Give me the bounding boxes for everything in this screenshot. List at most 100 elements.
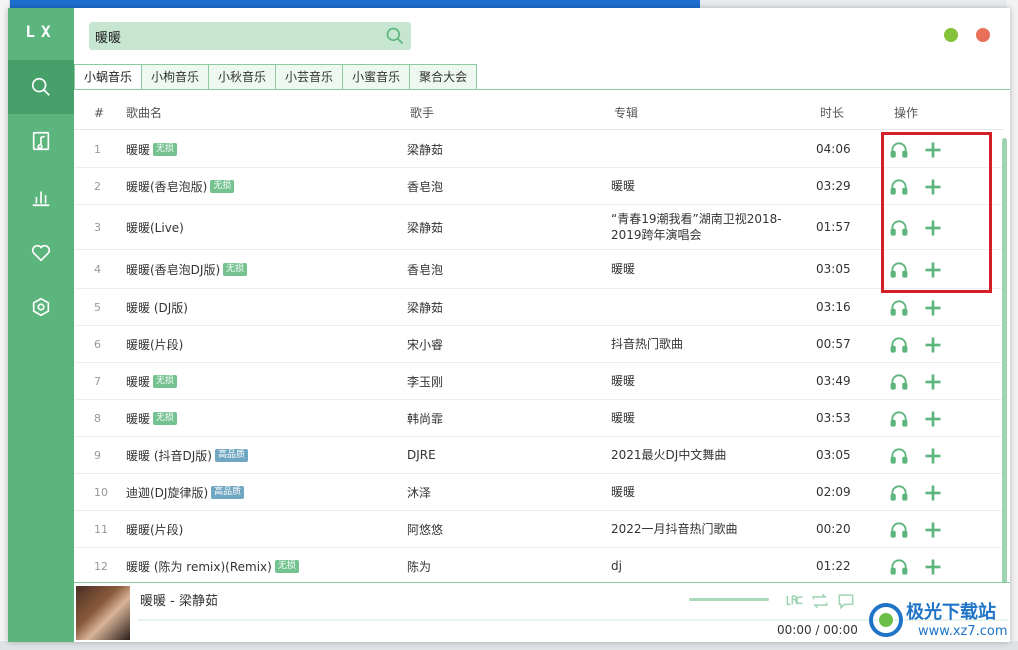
table-row[interactable]: 9 暖暖 (抖音DJ版) 高品质 DJRE 2021最火DJ中文舞曲 03:05: [74, 437, 1004, 474]
table-row[interactable]: 5 暖暖 (DJ版) 梁静茹 03:16: [74, 289, 1004, 326]
source-tab[interactable]: 聚合大会: [410, 64, 478, 90]
table-row[interactable]: 12 暖暖 (陈为 remix)(Remix) 无损 陈为 dj 01:22: [74, 548, 1004, 585]
listen-button[interactable]: [889, 409, 909, 429]
minimize-button[interactable]: [944, 28, 958, 42]
song-album: 暖暖: [611, 411, 636, 425]
song-duration: 03:05: [816, 448, 851, 462]
listen-button[interactable]: [889, 446, 909, 466]
table-row[interactable]: 7 暖暖 无损 李玉刚 暖暖 03:49: [74, 363, 1004, 400]
add-button[interactable]: [923, 335, 943, 355]
app-window: LX 小蜗音乐小枸音乐小秋音乐小芸音乐小蜜音乐聚合大会 #: [8, 8, 1010, 642]
song-artist: 香皂泡: [407, 179, 444, 194]
song-title[interactable]: 暖暖 (陈为 remix)(Remix): [126, 558, 272, 575]
row-title-cell: 暖暖(片段): [126, 511, 183, 547]
tab-divider: [74, 89, 1010, 90]
close-button[interactable]: [976, 28, 990, 42]
source-tab[interactable]: 小秋音乐: [209, 64, 277, 90]
source-tab[interactable]: 小枸音乐: [142, 64, 210, 90]
song-album: 2022一月抖音热门歌曲: [611, 522, 738, 536]
col-index: #: [94, 106, 105, 120]
table-row[interactable]: 1 暖暖 无损 梁静茹 04:06: [74, 131, 1004, 168]
volume-slider[interactable]: [689, 598, 769, 601]
song-album: 暖暖: [611, 179, 636, 193]
song-title[interactable]: 迪迦(DJ旋律版): [126, 484, 208, 501]
play-time: 00:00 / 00:00: [777, 623, 858, 637]
nav-song-list[interactable]: [8, 114, 74, 168]
song-album: 暖暖: [611, 374, 636, 388]
search-button[interactable]: [385, 26, 405, 46]
table-row[interactable]: 8 暖暖 无损 韩尚霏 暖暖 03:53: [74, 400, 1004, 437]
quality-badge: 无损: [210, 179, 235, 193]
highlight-box: [881, 132, 992, 293]
listen-button[interactable]: [889, 372, 909, 392]
table-row[interactable]: 11 暖暖(片段) 阿悠悠 2022一月抖音热门歌曲 00:20: [74, 511, 1004, 548]
song-title[interactable]: 暖暖(片段): [126, 521, 183, 538]
background-window-bar: [0, 0, 700, 8]
listen-button[interactable]: [889, 520, 909, 540]
add-button[interactable]: [923, 372, 943, 392]
add-button[interactable]: [923, 557, 943, 577]
song-title[interactable]: 暖暖: [126, 141, 150, 158]
table-row[interactable]: 3 暖暖(Live) 梁静茹 “青春19潮我看”湖南卫视2018-2019跨年演唱会 0…: [74, 205, 1004, 250]
col-duration: 时长: [820, 106, 845, 120]
row-index: 9: [94, 448, 101, 462]
heart-icon: [31, 244, 51, 262]
add-button[interactable]: [923, 446, 943, 466]
album-cover[interactable]: [76, 586, 130, 640]
row-index: 4: [94, 262, 101, 276]
listen-button[interactable]: [889, 557, 909, 577]
search-input[interactable]: [95, 22, 375, 50]
nav-favorites[interactable]: [8, 226, 74, 280]
song-duration: 02:09: [816, 485, 851, 499]
source-tab[interactable]: 小蜗音乐: [74, 64, 143, 90]
add-button[interactable]: [923, 483, 943, 503]
song-title[interactable]: 暖暖: [126, 373, 150, 390]
scrollbar[interactable]: [1002, 138, 1007, 584]
listen-button[interactable]: [889, 335, 909, 355]
table-row[interactable]: 6 暖暖(片段) 宋小睿 抖音热门歌曲 00:57: [74, 326, 1004, 363]
song-title[interactable]: 暖暖(Live): [126, 219, 184, 236]
add-button[interactable]: [923, 520, 943, 540]
song-title[interactable]: 暖暖(香皂泡DJ版): [126, 261, 220, 278]
song-artist: DJRE: [407, 448, 436, 462]
nav-settings[interactable]: [8, 280, 74, 334]
settings-icon: [32, 297, 50, 317]
sidebar: LX: [8, 8, 74, 642]
col-album: 专辑: [614, 106, 639, 120]
source-tabs: 小蜗音乐 小枸音乐 小秋音乐 小芸音乐 小蜜音乐 聚合大会: [74, 64, 478, 90]
table-row[interactable]: 2 暖暖(香皂泡版) 无损 香皂泡 暖暖 03:29: [74, 168, 1004, 205]
source-tab[interactable]: 小芸音乐: [276, 64, 344, 90]
row-title-cell: 暖暖 (陈为 remix)(Remix) 无损: [126, 548, 299, 584]
row-title-cell: 暖暖(片段): [126, 326, 183, 362]
col-artist: 歌手: [410, 106, 435, 120]
search-box: [89, 22, 411, 50]
plus-icon: [923, 448, 943, 469]
song-title[interactable]: 暖暖 (DJ版): [126, 299, 188, 316]
add-button[interactable]: [923, 409, 943, 429]
comment-button[interactable]: [836, 591, 856, 611]
song-title[interactable]: 暖暖(片段): [126, 336, 183, 353]
song-title[interactable]: 暖暖(香皂泡版): [126, 178, 207, 195]
plus-icon: [923, 337, 943, 358]
nav-leaderboard[interactable]: [8, 170, 74, 224]
source-tab[interactable]: 小蜜音乐: [343, 64, 411, 90]
song-title[interactable]: 暖暖 (抖音DJ版): [126, 447, 212, 464]
add-button[interactable]: [923, 298, 943, 318]
table-row[interactable]: 10 迪迦(DJ旋律版) 高品质 沐泽 暖暖 02:09: [74, 474, 1004, 511]
song-duration: 03:16: [816, 300, 851, 314]
plus-icon: [923, 374, 943, 395]
song-title[interactable]: 暖暖: [126, 410, 150, 427]
nav-search[interactable]: [8, 60, 74, 114]
quality-badge: 无损: [153, 374, 178, 388]
song-album-cell: [611, 131, 811, 167]
row-index: 10: [94, 485, 108, 499]
loop-button[interactable]: [810, 591, 830, 611]
song-album-cell: 暖暖: [611, 400, 811, 436]
table-row[interactable]: 4 暖暖(香皂泡DJ版) 无损 香皂泡 暖暖 03:05: [74, 250, 1004, 289]
main-panel: 小蜗音乐小枸音乐小秋音乐小芸音乐小蜜音乐聚合大会 # 歌曲名 歌手 专辑 时长 …: [74, 8, 1010, 642]
song-album-cell: 暖暖: [611, 474, 811, 510]
listen-button[interactable]: [889, 483, 909, 503]
lyrics-toggle[interactable]: [784, 591, 804, 611]
headphone-icon: [889, 373, 909, 395]
listen-button[interactable]: [889, 298, 909, 318]
